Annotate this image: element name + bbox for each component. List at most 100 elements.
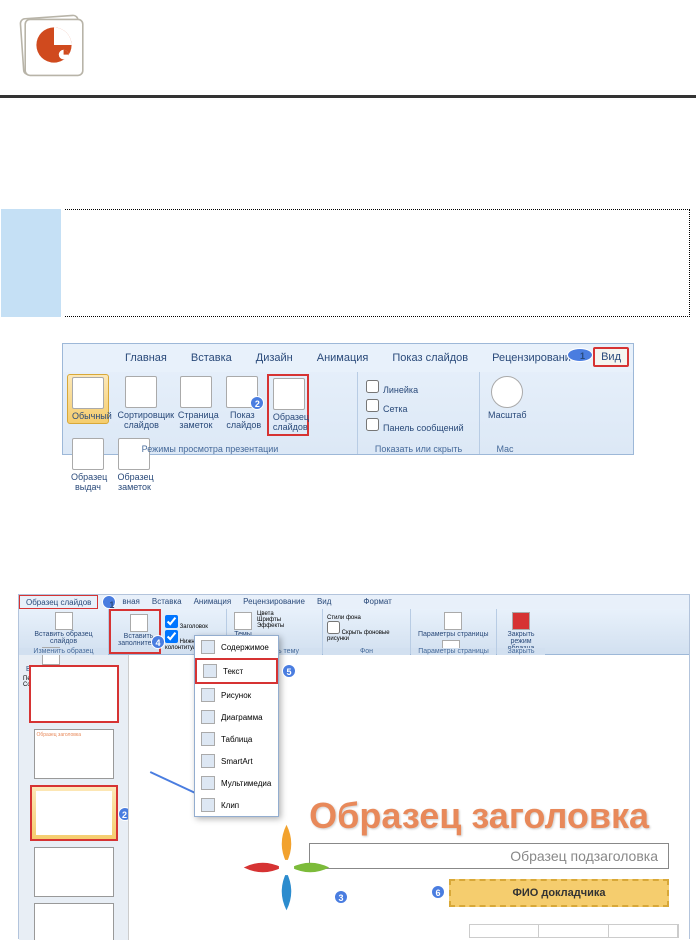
btn-notes-master-label: Образец заметок (117, 472, 151, 492)
callout-6: 6 (431, 885, 445, 899)
btn-handout-master-label: Образец выдач (71, 472, 105, 492)
chk-footers-box[interactable] (165, 630, 178, 643)
chk-ruler-box[interactable] (366, 380, 379, 393)
tab-insert-2[interactable]: Вставка (146, 595, 188, 609)
tab-home[interactable]: Главная (113, 352, 179, 364)
layout-thumbnail-3[interactable] (34, 847, 114, 897)
insert-placeholder-icon (130, 614, 148, 632)
tab-home-partial[interactable]: вная (116, 595, 145, 609)
callout-1: 1 (567, 348, 593, 362)
btn-notes-label: Страница заметок (178, 410, 214, 430)
tab-animation[interactable]: Анимация (305, 352, 381, 364)
notes-page-icon (180, 376, 212, 408)
text-icon (203, 664, 217, 678)
master-ribbon-tabs: Образец слайдов 1 вная Вставка Анимация … (19, 595, 689, 609)
dd-text-label: Текст (223, 667, 243, 676)
group-page-label: Параметры страницы (411, 648, 496, 655)
layout-thumbnail-4[interactable] (34, 903, 114, 940)
tab-design[interactable]: Дизайн (244, 352, 305, 364)
chk-msgpanel[interactable]: Панель сообщений (366, 416, 471, 435)
tab-review-2[interactable]: Рецензирование (237, 595, 311, 609)
tab-view-2[interactable]: Вид (311, 595, 337, 609)
dd-picture[interactable]: Рисунок (195, 684, 278, 706)
tab-slideshow[interactable]: Показ слайдов (380, 352, 480, 364)
page-header (0, 0, 696, 98)
chk-ruler[interactable]: Линейка (366, 378, 471, 397)
tab-slide-master[interactable]: Образец слайдов (19, 595, 98, 609)
group-show-hide-label: Показать или скрыть (358, 444, 479, 454)
office-logo-icon: 3 (239, 820, 334, 920)
chk-msgpanel-label: Панель сообщений (383, 423, 464, 433)
callout-3: 3 (334, 890, 348, 904)
footer-date[interactable] (470, 925, 539, 937)
chk-msgpanel-box[interactable] (366, 418, 379, 431)
clip-icon (201, 798, 215, 812)
slide-master-icon (273, 378, 305, 410)
dotted-placeholder (65, 209, 690, 317)
content-icon (201, 640, 215, 654)
tab-format[interactable]: Формат (357, 595, 397, 609)
group-zoom: Масштаб Мас (480, 372, 530, 454)
slide-thumbnails-panel: Образец заголовка 2 (19, 655, 129, 940)
callout-5: 5 (282, 664, 296, 678)
callout-2b: 2 (118, 807, 130, 821)
master-thumbnail[interactable] (29, 665, 119, 723)
page-setup-label: Параметры страницы (418, 631, 489, 638)
tab-view[interactable]: Вид (593, 347, 629, 367)
chk-title[interactable]: Заголовок (165, 615, 222, 630)
dd-clip-label: Клип (221, 801, 239, 810)
chk-grid-box[interactable] (366, 399, 379, 412)
btn-normal-view[interactable]: Обычный (67, 374, 109, 424)
btn-normal-label: Обычный (72, 411, 104, 421)
btn-insert-slide-master[interactable]: Вставить образец слайдов (23, 611, 104, 646)
group-show-hide: Линейка Сетка Панель сообщений Показать … (358, 372, 480, 454)
btn-slide-master-label: Образец слайдов (273, 412, 303, 432)
dd-text[interactable]: Текст 5 (195, 658, 278, 684)
group-zoom-label: Мас (480, 444, 530, 454)
slide-subtitle-placeholder[interactable]: Образец подзаголовка (309, 843, 669, 869)
btn-slide-master[interactable]: Образец слайдов (267, 374, 309, 436)
footer-number[interactable] (609, 925, 678, 937)
group-close: Закрыть режим образца Закрыть (497, 609, 545, 654)
slide-master-screenshot: Образец слайдов 1 вная Вставка Анимация … (18, 594, 690, 939)
btn-zoom[interactable]: Масштаб (484, 374, 531, 422)
btn-slide-sorter[interactable]: Сортировщик слайдов (113, 374, 169, 432)
btn-page-setup[interactable]: Параметры страницы (415, 611, 492, 639)
dd-content[interactable]: Содержимое (195, 636, 278, 658)
btn-zoom-label: Масштаб (488, 410, 527, 420)
group-edit-master: Вставить образец слайдов Вставить макет … (19, 609, 109, 654)
dd-smartart[interactable]: SmartArt (195, 750, 278, 772)
table-icon (201, 732, 215, 746)
dd-clip[interactable]: Клип (195, 794, 278, 816)
layout-thumbnail-active[interactable]: 2 (30, 785, 118, 841)
chk-ruler-label: Линейка (383, 385, 418, 395)
layout-thumbnail-1[interactable]: Образец заголовка (34, 729, 114, 779)
tab-insert[interactable]: Вставка (179, 352, 244, 364)
chk-title-box[interactable] (165, 615, 178, 628)
footer-text[interactable] (539, 925, 608, 937)
zoom-icon (491, 376, 523, 408)
btn-slideshow[interactable]: Показ слайдов 2 (222, 374, 262, 432)
btn-notes-page[interactable]: Страница заметок (174, 374, 218, 432)
insert-slide-master-icon (55, 612, 73, 630)
group-bg-label: Фон (323, 648, 410, 655)
notes-master-icon (118, 438, 150, 470)
btn-effects[interactable]: Эффекты (257, 623, 284, 629)
dd-media[interactable]: Мультимедиа (195, 772, 278, 794)
chk-grid-label: Сетка (383, 404, 407, 414)
btn-close-master[interactable]: Закрыть режим образца (501, 611, 541, 653)
dd-chart[interactable]: Диаграмма (195, 706, 278, 728)
dd-smartart-label: SmartArt (221, 757, 253, 766)
ribbon-tabs: Главная Вставка Дизайн Анимация Показ сл… (63, 344, 633, 372)
chk-hide-bg[interactable]: Скрыть фоновые рисунки (327, 621, 406, 642)
handout-master-icon (72, 438, 104, 470)
tab-animation-2[interactable]: Анимация (188, 595, 238, 609)
group-page-setup: Параметры страницы Ориентация слайда Пар… (411, 609, 497, 654)
chk-hide-bg-box[interactable] (327, 621, 340, 634)
slide-footer (469, 924, 679, 938)
themes-icon (234, 612, 252, 630)
dd-table-label: Таблица (221, 735, 252, 744)
slide-speaker-placeholder[interactable]: 6 ФИО докладчика (449, 879, 669, 907)
chk-grid[interactable]: Сетка (366, 397, 471, 416)
dd-table[interactable]: Таблица (195, 728, 278, 750)
